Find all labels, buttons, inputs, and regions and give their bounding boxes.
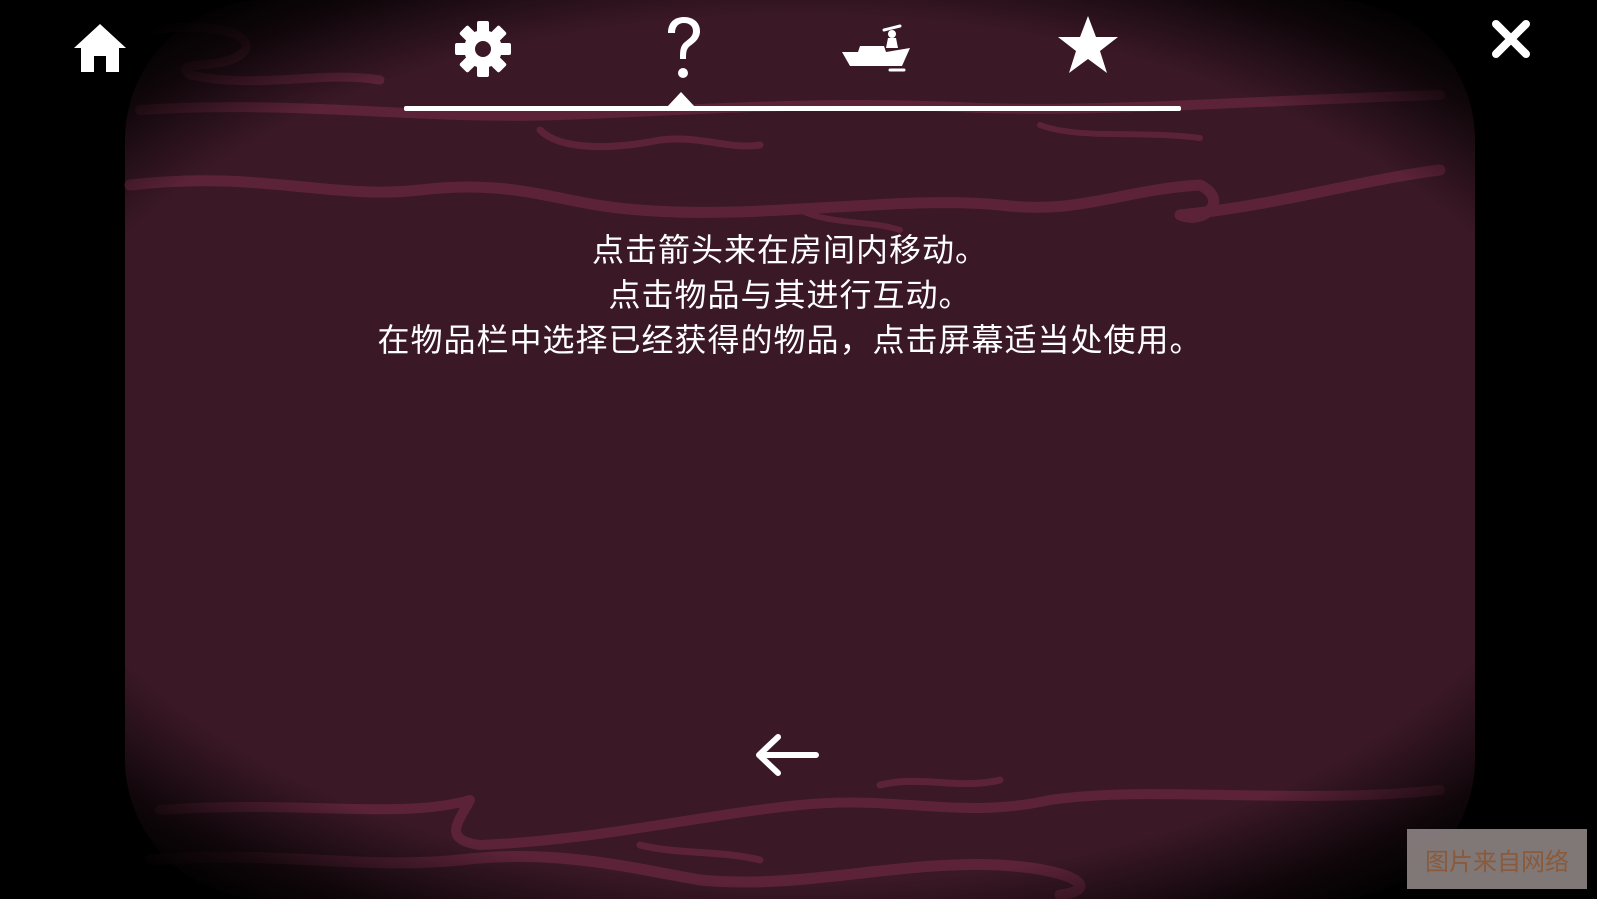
star-icon: [1058, 16, 1118, 73]
help-line-move: 点击箭头来在房间内移动。: [591, 231, 988, 269]
close-button[interactable]: [1488, 16, 1534, 62]
tab-help[interactable]: [656, 14, 712, 84]
boat-icon: [842, 24, 910, 72]
close-icon: [1492, 20, 1530, 58]
tab-boat[interactable]: [840, 20, 912, 76]
help-instructions: 点击箭头来在房间内移动。 点击物品与其进行互动。 在物品栏中选择已经获得的物品，…: [250, 228, 1330, 363]
question-icon: [668, 17, 700, 78]
selected-tab-indicator: [667, 92, 695, 107]
home-button[interactable]: [70, 18, 130, 78]
tab-settings[interactable]: [452, 18, 514, 80]
help-line-inventory: 在物品栏中选择已经获得的物品，点击屏幕适当处使用。: [377, 321, 1203, 359]
back-button[interactable]: [752, 730, 822, 780]
arrow-left-icon: [756, 734, 819, 776]
tab-bar-line: [404, 106, 1181, 111]
gear-icon: [455, 21, 511, 77]
help-line-interact: 点击物品与其进行互动。: [608, 276, 972, 314]
watermark: 图片来自网络: [1407, 829, 1587, 889]
tab-favorites[interactable]: [1055, 14, 1121, 76]
game-screen: 点击箭头来在房间内移动。 点击物品与其进行互动。 在物品栏中选择已经获得的物品，…: [0, 0, 1597, 899]
home-icon: [74, 24, 126, 72]
